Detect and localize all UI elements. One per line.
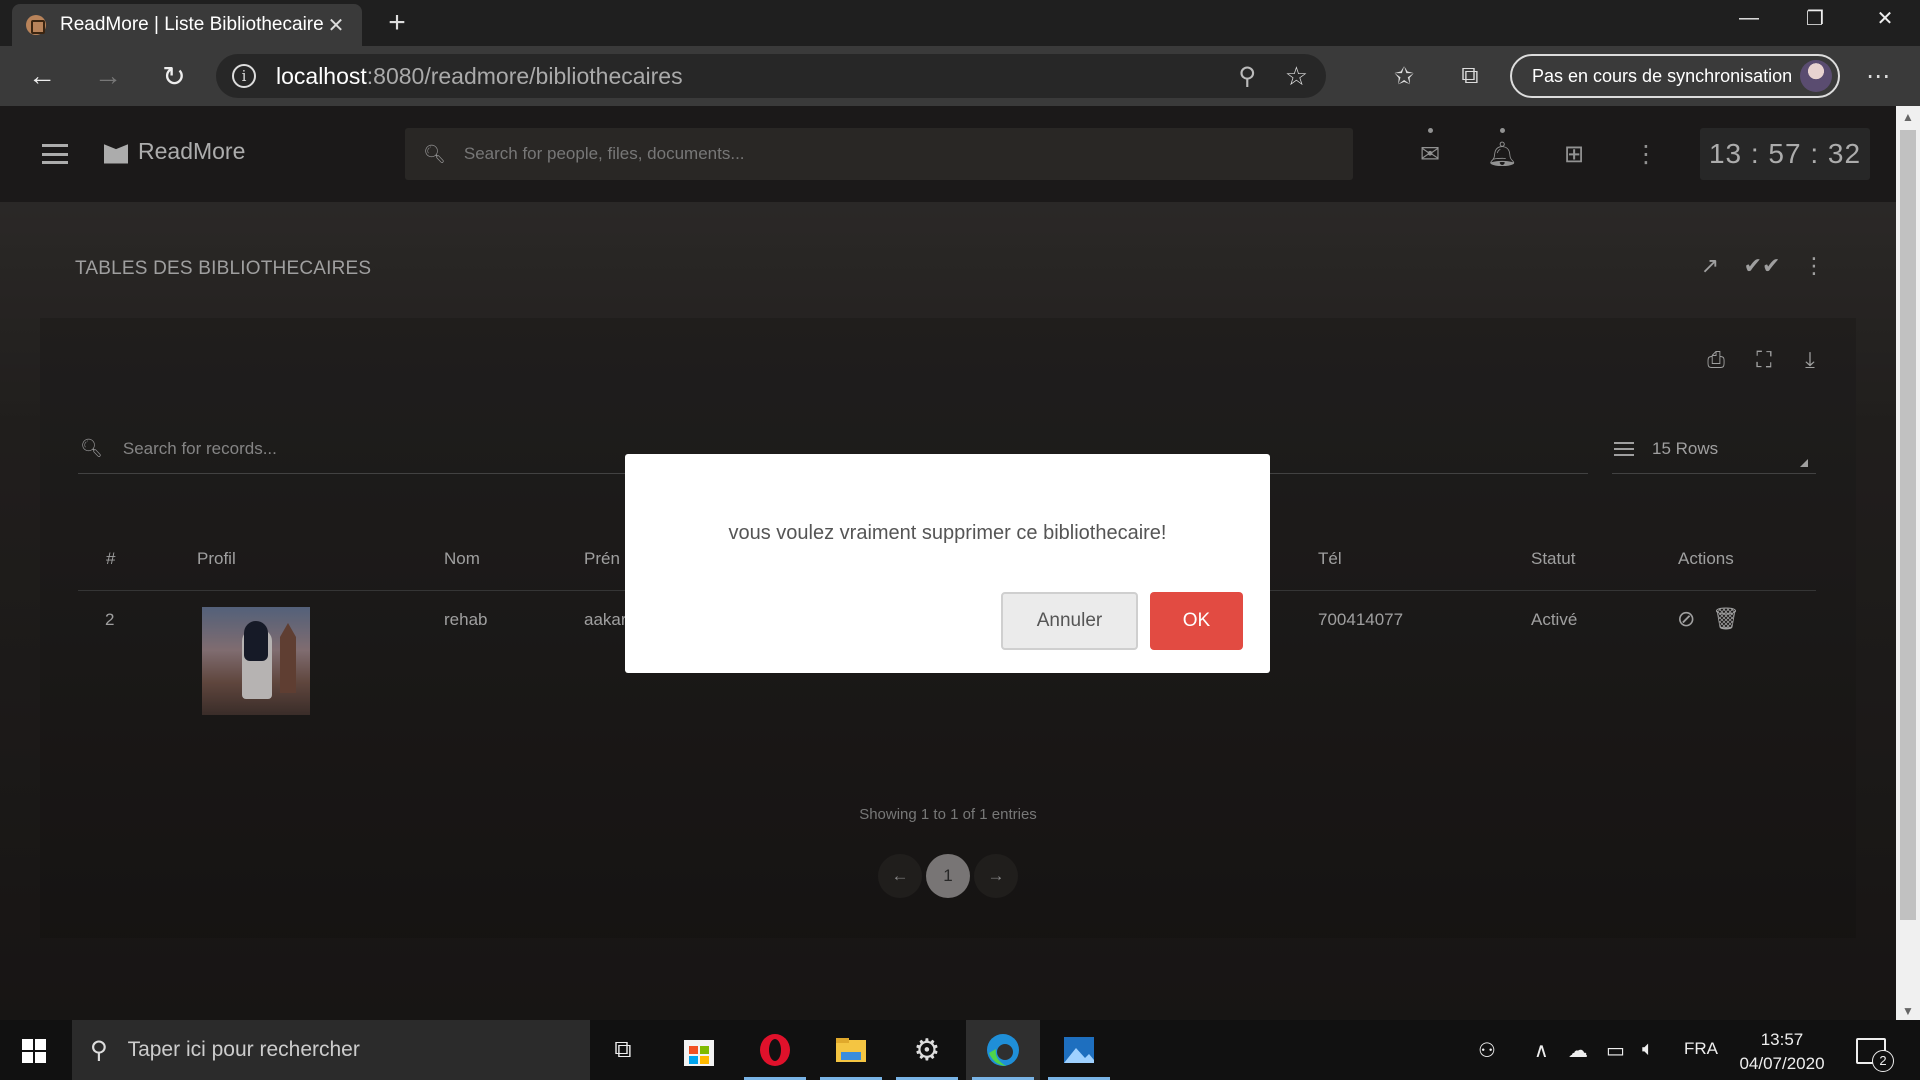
favorite-star-icon[interactable]: ☆: [1285, 61, 1308, 92]
volume-icon[interactable]: 🔈︎: [1642, 1038, 1654, 1061]
cancel-button[interactable]: Annuler: [1001, 592, 1138, 650]
windows-start-icon[interactable]: [22, 1039, 46, 1063]
collections-icon[interactable]: ⧉: [1452, 58, 1488, 94]
close-window-button[interactable]: ✕: [1852, 0, 1918, 36]
site-info-icon[interactable]: i: [232, 64, 256, 88]
network-icon[interactable]: ▭: [1606, 1038, 1625, 1063]
scroll-down-icon[interactable]: ▼: [1902, 1004, 1914, 1018]
confirm-delete-dialog: vous voulez vraiment supprimer ce biblio…: [625, 454, 1270, 673]
restore-button[interactable]: ❐: [1782, 0, 1848, 36]
action-center-icon[interactable]: 2: [1856, 1038, 1894, 1072]
taskbar-time: 13:57: [1760, 1030, 1804, 1049]
opera-browser-icon[interactable]: [738, 1020, 812, 1080]
favorites-list-icon[interactable]: ✩: [1386, 58, 1422, 94]
taskbar-date: 04/07/2020: [1739, 1054, 1825, 1073]
address-bar[interactable]: i localhost:8080/readmore/bibliothecaire…: [216, 54, 1326, 98]
zoom-icon[interactable]: ⚲: [1238, 62, 1256, 91]
url-path: :8080/readmore/bibliothecaires: [366, 62, 683, 89]
dialog-message: vous voulez vraiment supprimer ce biblio…: [728, 522, 1167, 544]
profile-avatar: [1800, 60, 1832, 92]
show-hidden-icons-icon[interactable]: ∧: [1534, 1038, 1549, 1063]
browser-tab-bar: ReadMore | Liste Bibliothecaire ✕ + — ❐ …: [0, 0, 1920, 46]
search-icon: ⚲: [90, 1036, 108, 1064]
browser-menu-icon[interactable]: ⋯: [1860, 58, 1896, 94]
tab-close-icon[interactable]: ✕: [324, 13, 348, 38]
sync-status-label: Pas en cours de synchronisation: [1532, 65, 1793, 86]
file-explorer-icon[interactable]: [814, 1020, 888, 1080]
tab-title: ReadMore | Liste Bibliothecaire: [60, 14, 324, 35]
new-tab-button[interactable]: +: [380, 6, 414, 40]
windows-taskbar: ⚲ Taper ici pour rechercher ⧉ ⚙ ⚇ ∧ ☁ ▭ …: [0, 1020, 1920, 1080]
notification-count-badge: 2: [1872, 1050, 1894, 1072]
url-host: localhost: [276, 62, 367, 89]
minimize-button[interactable]: —: [1716, 0, 1782, 36]
ok-button[interactable]: OK: [1150, 592, 1243, 650]
scroll-up-icon[interactable]: ▲: [1902, 110, 1914, 124]
people-icon[interactable]: ⚇: [1478, 1038, 1496, 1063]
forward-arrow-icon[interactable]: →: [88, 56, 128, 96]
site-favicon-icon: [26, 15, 46, 35]
task-view-icon[interactable]: ⧉: [586, 1020, 660, 1080]
browser-tab[interactable]: ReadMore | Liste Bibliothecaire ✕: [12, 4, 362, 46]
edge-browser-icon[interactable]: [966, 1020, 1040, 1080]
onedrive-cloud-icon[interactable]: ☁: [1568, 1038, 1588, 1063]
back-arrow-icon[interactable]: ←: [22, 56, 62, 96]
page-scrollbar[interactable]: ▲ ▼: [1896, 106, 1920, 1020]
refresh-icon[interactable]: ↻: [154, 56, 194, 96]
browser-toolbar: ← → ↻ i localhost:8080/readmore/biblioth…: [0, 46, 1920, 106]
taskbar-search-placeholder: Taper ici pour rechercher: [127, 1038, 360, 1061]
microsoft-store-icon[interactable]: [662, 1020, 736, 1080]
scrollbar-thumb[interactable]: [1900, 130, 1916, 920]
profile-sync-button[interactable]: Pas en cours de synchronisation: [1510, 54, 1840, 98]
taskbar-search-input[interactable]: ⚲ Taper ici pour rechercher: [72, 1020, 590, 1080]
taskbar-clock[interactable]: 13:57 04/07/2020: [1728, 1028, 1836, 1076]
language-indicator[interactable]: FRA: [1684, 1039, 1718, 1059]
settings-gear-icon[interactable]: ⚙: [890, 1020, 964, 1080]
photos-app-icon[interactable]: [1042, 1020, 1116, 1080]
